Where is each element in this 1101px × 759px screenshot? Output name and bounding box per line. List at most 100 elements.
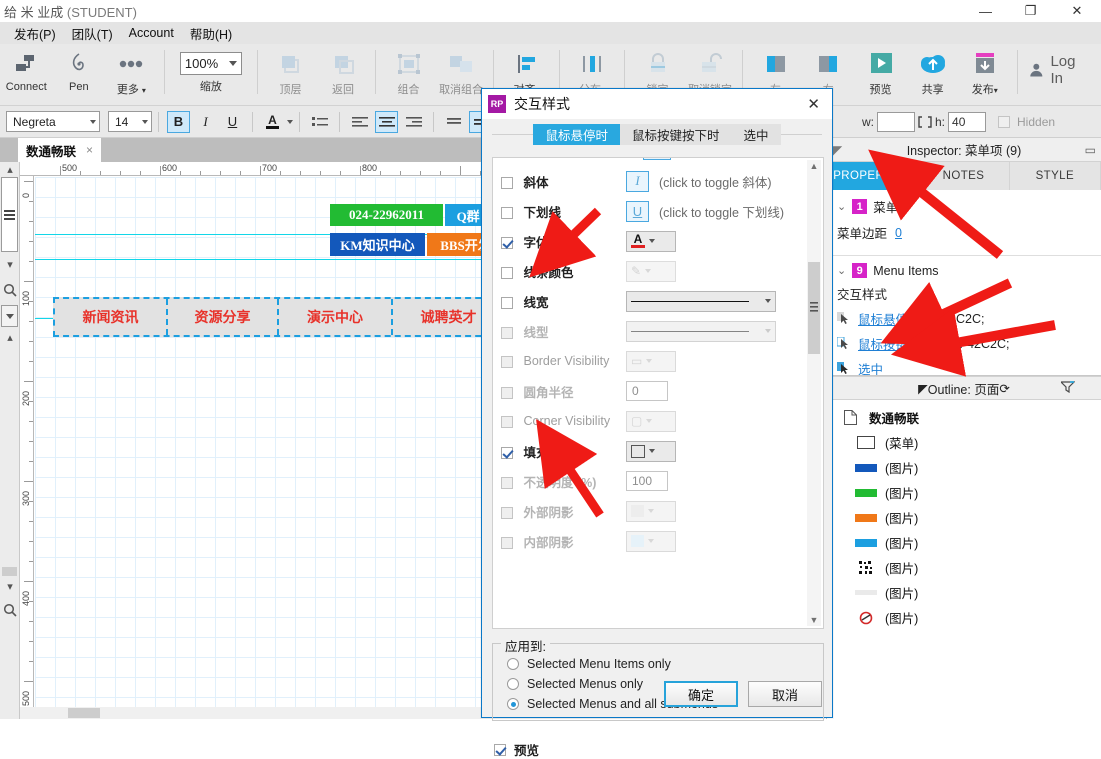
collapse-panel-icon[interactable]: ◤ (833, 143, 842, 157)
menu-item-publish[interactable]: 发布(P) (6, 22, 64, 45)
chevron-down-icon[interactable]: ⌄ (837, 264, 846, 277)
valign-top-button[interactable] (442, 111, 465, 133)
radio-button[interactable] (507, 658, 519, 670)
filter-icon[interactable] (1059, 380, 1076, 396)
list-item[interactable]: (图片) (827, 455, 1101, 480)
toolbar-preview-button[interactable]: 预览 (854, 44, 906, 106)
close-icon[interactable]: ✕ (1053, 0, 1101, 22)
toolbar-group-button[interactable]: 组合 (382, 44, 435, 106)
interaction-mousedown-row[interactable]: 鼠标按键按下时 #F42C2C; (836, 334, 1091, 353)
toolbar-more-button[interactable]: 更多 ▾ (105, 44, 158, 106)
toolbar-share-button[interactable]: 共享 (907, 44, 959, 106)
panel-scroll-thumb[interactable] (2, 567, 17, 576)
interaction-mouseover-label[interactable]: 鼠标悬停时 (858, 309, 921, 328)
width-input[interactable] (877, 111, 915, 132)
inspector-expand-icon[interactable]: ▭ (1085, 143, 1096, 157)
bullet-list-button[interactable] (308, 111, 331, 133)
row-checkbox[interactable] (501, 297, 513, 310)
maximize-icon[interactable]: ❐ (1008, 0, 1053, 22)
chevron-down-icon[interactable] (287, 119, 293, 124)
section-menu-header[interactable]: ⌄ 1 菜单 (837, 197, 1091, 216)
list-item[interactable]: (图片) (827, 555, 1101, 580)
toolbar-ungroup-button[interactable]: 取消组合 (435, 44, 488, 106)
tab-properties[interactable]: PROPERTIES (827, 162, 919, 190)
line-width-picker[interactable] (626, 290, 776, 312)
row-control[interactable]: U (click to toggle 下划线) (626, 200, 784, 222)
interaction-style-dialog[interactable]: RP 交互样式 ✕ 鼠标悬停时 鼠标按键按下时 选中 斜体 I (click t… (481, 88, 833, 758)
interaction-selected-label[interactable]: 选中 (858, 359, 883, 375)
tab-close-icon[interactable]: × (86, 143, 93, 157)
row-checkbox[interactable] (501, 177, 513, 190)
row-control[interactable]: A (626, 230, 676, 252)
canvas-scroll-thumb[interactable] (68, 708, 100, 718)
toggle-underline-button[interactable]: U (626, 200, 649, 222)
preview-row[interactable]: 预览 (494, 740, 539, 759)
form-scroll-down-icon[interactable]: ▼ (808, 614, 820, 626)
toolbar-pen-button[interactable]: Pen (53, 44, 106, 106)
outline-collapse-icon[interactable]: ◤ (918, 381, 928, 396)
outline-root-row[interactable]: 数通畅联 (827, 405, 1101, 430)
italic-button[interactable]: I (194, 111, 217, 133)
ok-button[interactable]: 确定 (664, 681, 738, 707)
toolbar-send-to-back-button[interactable]: 返回 (317, 44, 370, 106)
canvas-menu-item-1[interactable]: 资源分享 (168, 299, 279, 335)
scroll-down-icon[interactable]: ▾ (0, 253, 20, 275)
cancel-button[interactable]: 取消 (748, 681, 822, 707)
dialog-style-form[interactable]: 斜体 I (click to toggle 斜体) 下划线 U (click t… (492, 157, 824, 629)
section-menu-items-header[interactable]: ⌄ 9 Menu Items (837, 263, 1091, 278)
form-scrollbar[interactable] (807, 160, 821, 626)
font-color-picker[interactable]: A (626, 230, 676, 252)
state-tab-mouseover[interactable]: 鼠标悬停时 (533, 123, 620, 145)
list-item[interactable]: (图片) (827, 605, 1101, 630)
login-button[interactable]: Log In (1024, 44, 1101, 96)
scroll-up-icon[interactable]: ▴ (0, 162, 20, 176)
hidden-checkbox[interactable] (998, 115, 1011, 128)
list-item[interactable]: (图片) (827, 580, 1101, 605)
toolbox-scroll-thumb[interactable] (1, 177, 18, 252)
toolbar-publish-button[interactable]: 发布▾ (959, 44, 1011, 106)
canvas-chip-km[interactable]: KM知识中心 (330, 233, 425, 256)
align-center-button[interactable] (375, 110, 398, 133)
tab-notes[interactable]: NOTES (918, 162, 1010, 190)
fill-color-picker[interactable] (626, 440, 676, 462)
search-icon[interactable] (0, 275, 20, 305)
font-family-select[interactable]: Negreta (6, 111, 100, 132)
search-icon-2[interactable] (0, 596, 20, 624)
apply-option-menu-items[interactable]: Selected Menu Items only (493, 654, 823, 674)
toolbox-dropdown[interactable] (1, 305, 18, 327)
tab-style[interactable]: STYLE (1010, 162, 1101, 190)
panel-up-icon[interactable]: ▴ (0, 327, 20, 347)
list-item[interactable]: (菜单) (827, 430, 1101, 455)
row-checkbox[interactable] (501, 207, 513, 220)
toggle-italic-button[interactable]: I (626, 170, 649, 192)
bold-button[interactable]: B (167, 110, 190, 133)
form-scroll-up-icon[interactable]: ▲ (808, 160, 820, 172)
list-item[interactable]: (图片) (827, 480, 1101, 505)
interaction-mouseover-row[interactable]: 鼠标悬停时 #F42C2C; (837, 309, 1091, 328)
radio-button[interactable] (507, 678, 519, 690)
chevron-down-icon[interactable]: ⌄ (837, 200, 846, 213)
interaction-selected-row[interactable]: 选中 (837, 359, 1091, 375)
tab-shutongchanglian[interactable]: 数通畅联 × (18, 138, 102, 162)
align-right-button[interactable] (402, 111, 425, 133)
toolbar-connect-button[interactable]: Connect (0, 44, 53, 106)
row-control[interactable]: I (click to toggle 斜体) (626, 170, 772, 192)
interaction-mousedown-label[interactable]: 鼠标按键按下时 (858, 334, 946, 353)
panel-down-icon[interactable]: ▾ (0, 576, 20, 596)
row-checkbox[interactable] (501, 447, 513, 460)
font-color-button[interactable]: A (261, 111, 284, 133)
refresh-icon[interactable]: ⟳ (999, 381, 1009, 396)
state-tab-mousedown[interactable]: 鼠标按键按下时 (619, 123, 732, 145)
zoom-select[interactable]: 100% (179, 52, 242, 75)
row-checkbox[interactable] (501, 237, 513, 250)
row-control[interactable] (626, 440, 676, 462)
canvas-chip-phone[interactable]: 024-22962011 (330, 204, 443, 226)
menu-item-help[interactable]: 帮助(H) (182, 22, 240, 45)
menu-item-account[interactable]: Account (121, 24, 182, 42)
state-tab-selected[interactable]: 选中 (731, 123, 781, 145)
minimize-icon[interactable]: — (963, 0, 1008, 22)
form-scroll-thumb[interactable] (808, 262, 820, 354)
canvas-menu-item-0[interactable]: 新闻资讯 (55, 299, 168, 335)
underline-button[interactable]: U (221, 111, 244, 133)
list-item[interactable]: (图片) (827, 530, 1101, 555)
